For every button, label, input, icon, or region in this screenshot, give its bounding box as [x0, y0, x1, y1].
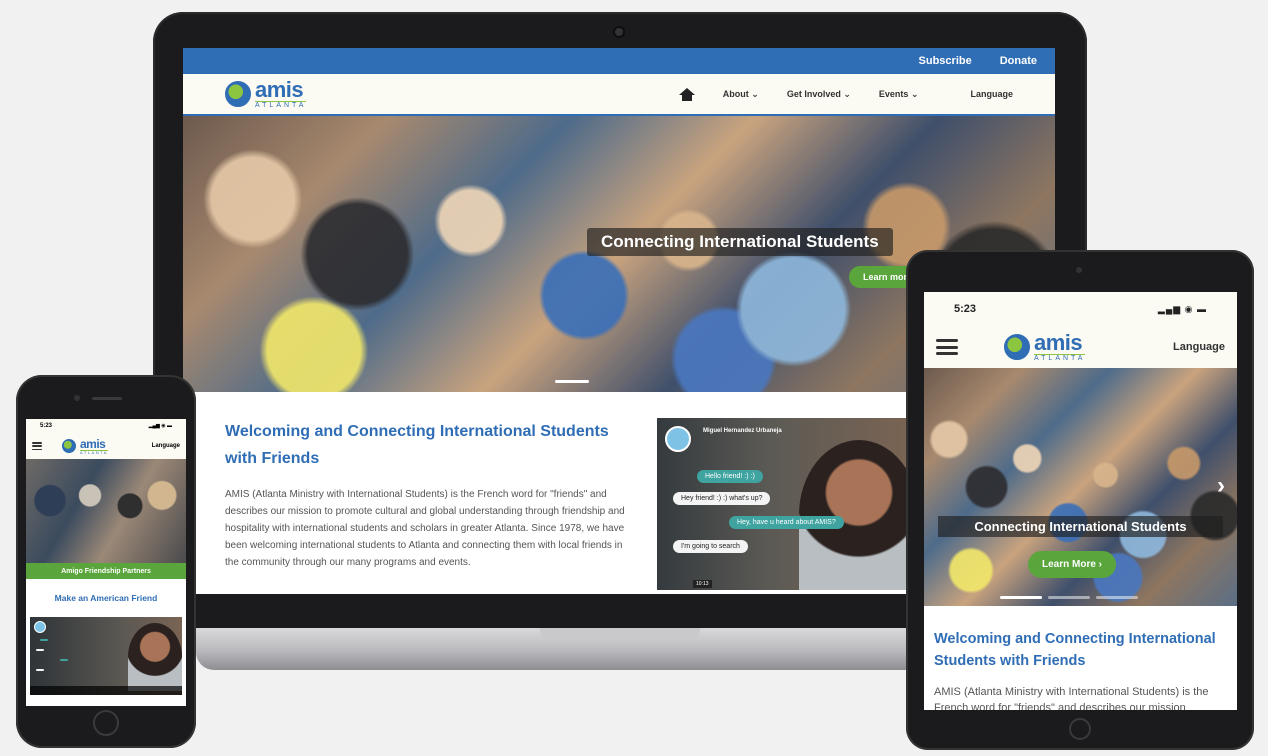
chat-contact-name: Miguel Hernandez Urbaneja — [703, 428, 782, 434]
main-nav: amis ATLANTA About ⌄ Get Involved ⌄ Even… — [183, 74, 1055, 116]
status-time: 5:23 — [40, 423, 53, 429]
section-heading: Welcoming and Connecting International S… — [934, 631, 1216, 669]
amis-logo[interactable]: amis ATLANTA — [1004, 330, 1086, 362]
signal-wifi-battery-icon: ▂▄▆ ◉ ▬ — [148, 423, 172, 429]
chat-bubble — [36, 649, 44, 651]
carousel-dot[interactable] — [555, 380, 589, 383]
chat-bubble: Hey friend! :) :) what's up? — [673, 492, 771, 505]
mobile-nav: amis ATLANTA Language — [924, 326, 1237, 368]
chat-bubble — [36, 669, 44, 671]
globe-icon — [62, 439, 76, 453]
carousel-dot[interactable] — [1096, 596, 1138, 599]
hero-caption: Connecting International Students — [938, 516, 1223, 537]
laptop-notch — [540, 628, 700, 640]
chevron-down-icon: ⌄ — [751, 88, 759, 99]
chevron-down-icon: ⌄ — [910, 88, 919, 99]
mobile-nav: amis ATLANTA Language — [26, 433, 186, 459]
hero-banner: › Connecting International Students Lear… — [924, 368, 1237, 606]
language-selector[interactable]: Language — [152, 443, 180, 449]
phone-home-button[interactable] — [93, 710, 119, 736]
nav-item-events[interactable]: Events ⌄ — [879, 89, 919, 100]
home-icon[interactable] — [678, 87, 695, 101]
video-timestamp: 10:13 — [693, 580, 712, 588]
nav-menu: About ⌄ Get Involved ⌄ Events ⌄ Language — [678, 87, 1013, 101]
logo-sub-text: ATLANTA — [255, 101, 307, 109]
globe-icon — [1004, 334, 1030, 360]
globe-icon — [225, 81, 251, 107]
tablet-home-button[interactable] — [1069, 718, 1091, 740]
hamburger-menu-icon[interactable] — [32, 442, 42, 450]
chat-avatar — [665, 426, 691, 452]
chevron-down-icon: ⌄ — [843, 88, 851, 99]
student-photo — [128, 623, 182, 691]
hero-photo — [26, 459, 186, 563]
status-bar: 5:23 ▂▄▆ ◉ ▬ — [26, 419, 186, 433]
amis-logo[interactable]: amis ATLANTA — [62, 438, 108, 455]
carousel-dot[interactable] — [1000, 596, 1042, 599]
laptop-camera-icon — [615, 28, 623, 36]
logo-sub-text: ATLANTA — [80, 449, 108, 455]
phone-speaker — [92, 397, 122, 400]
carousel-dot[interactable] — [1048, 596, 1090, 599]
device-mockup: Subscribe Donate amis ATLANTA About ⌄ Ge… — [0, 0, 1268, 756]
hamburger-menu-icon[interactable] — [936, 339, 958, 355]
donate-link[interactable]: Donate — [1000, 55, 1037, 67]
logo-main-text: amis — [255, 77, 304, 102]
phone-camera-icon — [74, 395, 80, 401]
chevron-right-icon[interactable]: › — [1217, 472, 1225, 500]
subscribe-link[interactable]: Subscribe — [919, 55, 972, 67]
amis-logo[interactable]: amis ATLANTA — [225, 77, 307, 109]
section-body: AMIS (Atlanta Ministry with Internationa… — [934, 686, 1209, 710]
learn-more-button[interactable]: Learn More › — [1028, 551, 1117, 578]
section-body: AMIS (Atlanta Ministry with Internationa… — [225, 489, 625, 568]
chat-bubble — [60, 659, 68, 661]
status-time: 5:23 — [954, 303, 977, 315]
tablet-screen: 5:23 ▂▄▆ ◉ ▬ amis ATLANTA Language › Con… — [924, 292, 1237, 710]
program-band[interactable]: Amigo Friendship Partners — [26, 563, 186, 579]
section-title: Make an American Friend — [54, 593, 158, 603]
video-controls[interactable] — [30, 686, 182, 695]
chat-bubble — [40, 639, 48, 641]
nav-get-involved-label: Get Involved — [786, 88, 841, 99]
hero-caption: Connecting International Students — [587, 228, 893, 256]
logo-main-text: amis — [80, 436, 106, 451]
logo-sub-text: ATLANTA — [1034, 354, 1086, 362]
chat-avatar — [34, 621, 46, 633]
signal-wifi-battery-icon: ▂▄▆ ◉ ▬ — [1157, 303, 1207, 314]
carousel-dots — [1000, 596, 1138, 599]
tablet-camera-icon — [1076, 267, 1082, 273]
chat-bubble: Hey, have u heard about AMIS? — [729, 516, 844, 529]
nav-item-get-involved[interactable]: Get Involved ⌄ — [787, 89, 851, 100]
language-selector[interactable]: Language — [970, 89, 1013, 99]
status-bar: 5:23 ▂▄▆ ◉ ▬ — [924, 292, 1237, 326]
chat-bubble: I'm going to search — [673, 540, 748, 553]
logo-main-text: amis — [1034, 330, 1083, 355]
nav-about-label: About — [722, 88, 749, 99]
nav-events-label: Events — [878, 88, 909, 99]
section-heading: Welcoming and Connecting International S… — [225, 423, 609, 467]
intro-section: Welcoming and Connecting International S… — [924, 606, 1237, 710]
chat-video-image[interactable]: Miguel Hernandez Urbaneja Hello friend! … — [657, 418, 909, 590]
language-selector[interactable]: Language — [1173, 341, 1225, 353]
student-photo — [799, 440, 909, 590]
chat-bubble: Hello friend! :) :) — [697, 470, 763, 483]
nav-item-about[interactable]: About ⌄ — [723, 89, 759, 100]
video-player[interactable] — [30, 617, 182, 695]
utility-bar: Subscribe Donate — [183, 48, 1055, 74]
carousel-dots — [555, 380, 589, 383]
phone-screen: 5:23 ▂▄▆ ◉ ▬ amis ATLANTA Language Amigo… — [26, 419, 186, 706]
